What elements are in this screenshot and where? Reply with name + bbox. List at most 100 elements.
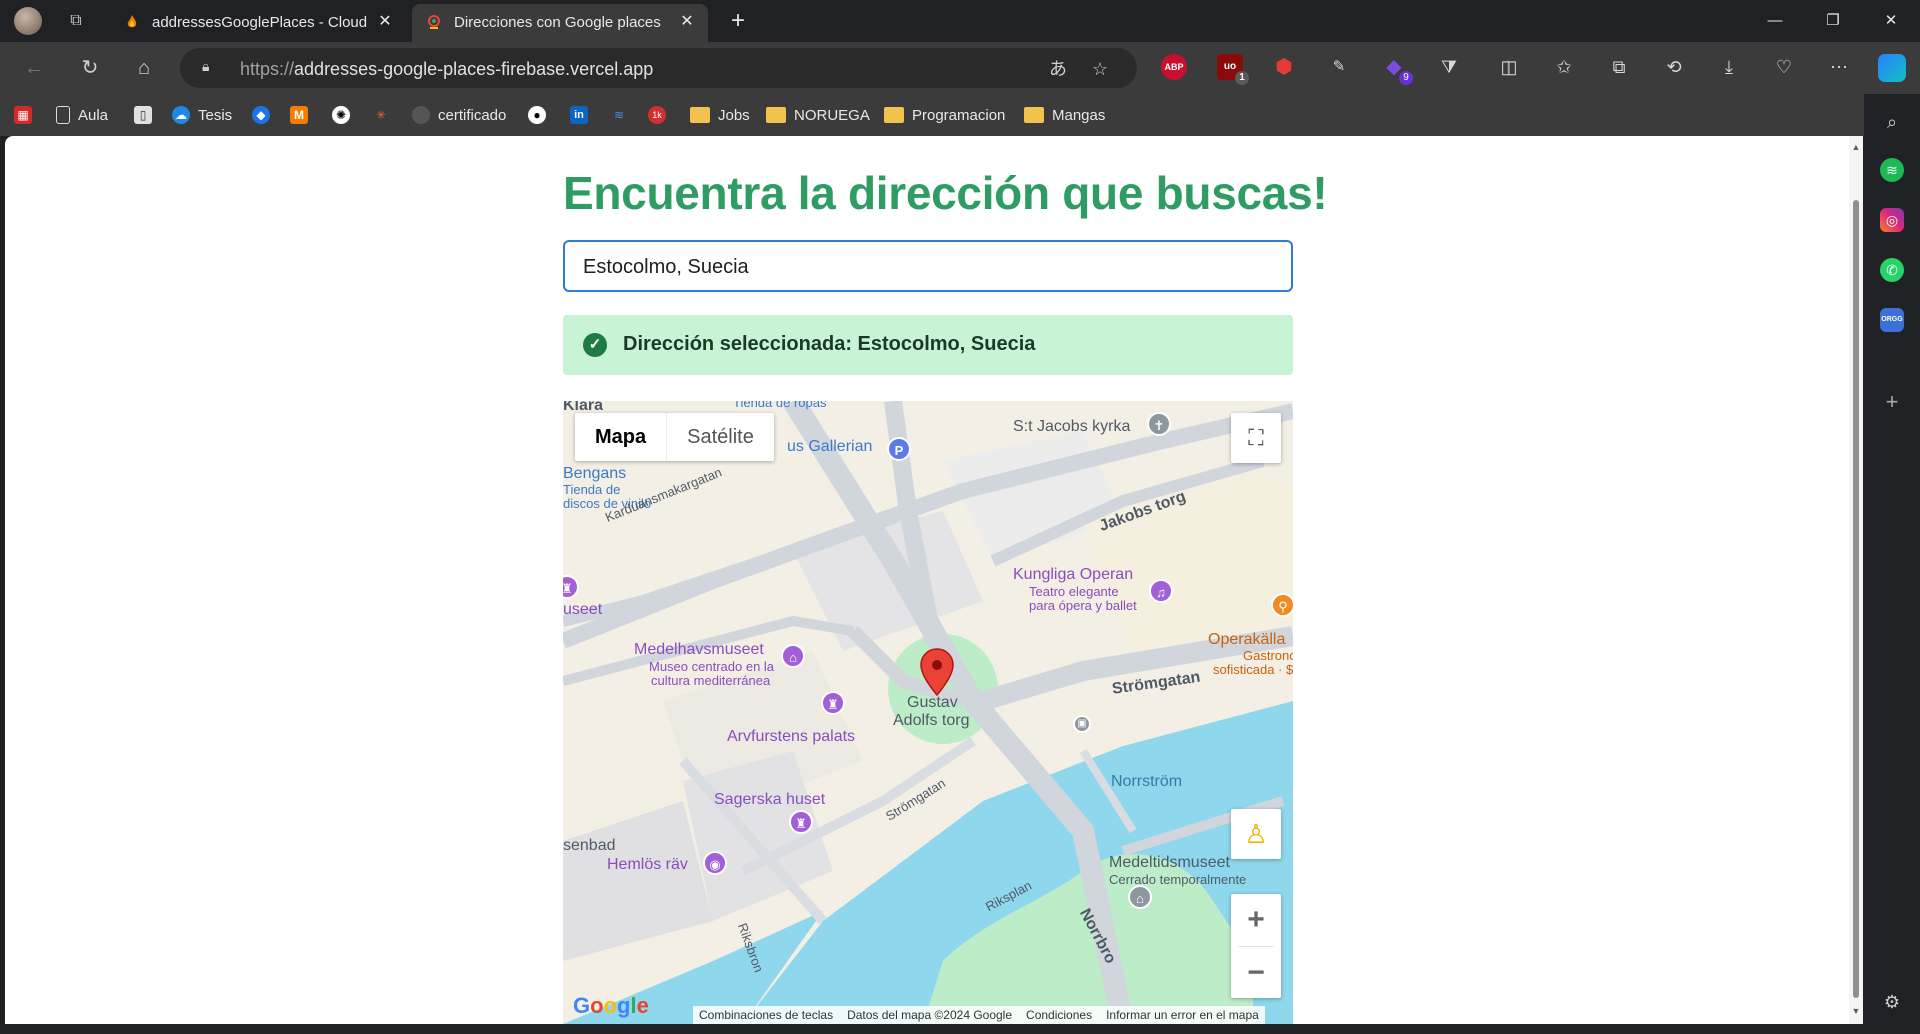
sparkle-icon: ✳ — [375, 108, 387, 122]
music-venue-icon[interactable]: ♫ — [1149, 579, 1173, 603]
terms-link[interactable]: Condiciones — [1026, 1008, 1092, 1022]
split-screen-icon[interactable]: ◫ — [1496, 54, 1522, 80]
map-label-sagerska: Sagerska huset — [714, 791, 826, 808]
restore-button[interactable]: ❐ — [1806, 0, 1860, 42]
new-tab-button[interactable]: + — [724, 8, 752, 36]
palace-poi-icon[interactable]: ♜ — [821, 691, 845, 715]
scroll-thumb[interactable] — [1853, 200, 1859, 998]
address-bar[interactable]: 🔒︎ https://addresses-google-places-fireb… — [180, 48, 1137, 88]
eyedropper-icon[interactable]: ✎ — [1326, 54, 1352, 80]
url-text[interactable]: https://addresses-google-places-firebase… — [240, 59, 653, 80]
close-window-button[interactable]: ✕ — [1864, 0, 1918, 42]
bookmark-stack[interactable]: ≋ — [610, 104, 636, 126]
bookmark-certificado[interactable]: certificado — [412, 104, 506, 126]
home-icon[interactable]: ⌂ — [130, 54, 158, 82]
map-label-operakallaren: Operakälla — [1208, 631, 1286, 648]
restaurant-icon[interactable]: ⚲ — [1271, 593, 1293, 617]
edge-sidebar: ⌕ ≋ ◎ ✆ ORGG + ⚙ — [1864, 94, 1920, 1034]
museum-poi-icon[interactable]: ⌂ — [781, 644, 805, 668]
workspaces-icon[interactable]: ⧉ — [64, 9, 88, 33]
map-label-adolfs-torg: Adolfs torg — [893, 712, 970, 729]
bookmark-label: Programacion — [912, 106, 1006, 124]
orgg-icon[interactable]: ORGG — [1880, 308, 1904, 332]
bookmark-github[interactable]: ● — [528, 104, 554, 126]
openai-icon: ✺ — [332, 106, 350, 124]
bookmark-jobs[interactable]: Jobs — [690, 104, 750, 126]
tab-title: Direcciones con Google places — [454, 14, 661, 31]
history-icon[interactable]: ⟲ — [1661, 54, 1687, 80]
adblock-plus-icon[interactable]: ABP — [1161, 54, 1187, 80]
zoom-in-button[interactable]: + — [1231, 894, 1281, 946]
map-type-mapa[interactable]: Mapa — [575, 413, 666, 461]
address-search-input[interactable] — [583, 254, 1273, 280]
back-arrow-icon[interactable]: ← — [20, 54, 48, 82]
bookmark-mobile[interactable]: ▯ — [134, 104, 160, 126]
map-type-satelite[interactable]: Satélite — [666, 413, 774, 461]
bookmark-aula[interactable]: Aula — [56, 104, 108, 126]
scroll-down-icon[interactable]: ▼ — [1851, 1006, 1861, 1016]
translate-icon[interactable]: あ — [1046, 57, 1070, 81]
scroll-up-icon[interactable]: ▲ — [1851, 142, 1861, 152]
bookmark-clapper[interactable]: ▦ — [14, 104, 40, 126]
bookmark-drop[interactable]: ◆ — [252, 104, 278, 126]
lock-icon[interactable]: 🔒︎ — [202, 58, 222, 78]
favorite-star-icon[interactable]: ☆ — [1088, 57, 1112, 81]
map-label-medel-sub2: cultura mediterránea — [651, 673, 771, 688]
close-tab-icon[interactable]: ✕ — [676, 11, 698, 33]
tab-firestore[interactable]: addressesGooglePlaces - Cloud Firestore … — [110, 4, 406, 42]
bookmark-noruega[interactable]: NORUEGA — [766, 104, 870, 126]
spotify-icon[interactable]: ≋ — [1880, 158, 1904, 182]
bus-stop-icon[interactable]: ▣ — [1073, 715, 1091, 733]
ublock-origin-icon[interactable]: uo 1 — [1217, 54, 1249, 85]
page-title: Encuentra la dirección que buscas! — [563, 167, 1328, 219]
bookmark-sparkle[interactable]: ✳ — [372, 104, 398, 126]
folder-icon — [766, 107, 786, 123]
camera-poi-icon[interactable]: ◉ — [703, 851, 727, 875]
page-scrollbar[interactable]: ▲ ▼ — [1849, 136, 1863, 1024]
profile-avatar[interactable] — [14, 7, 42, 35]
google-map[interactable]: Tienda de ropas S:t Jacobs kyrka ✝ us Ga… — [563, 401, 1293, 1024]
browser-essentials-icon[interactable]: ♡ — [1771, 54, 1797, 80]
purple-extension-icon[interactable]: ◆ 9 — [1381, 54, 1413, 85]
bookmark-counter[interactable]: 1k — [648, 104, 674, 126]
tab-direcciones[interactable]: Direcciones con Google places ✕ — [412, 4, 708, 42]
map-label-useet: useet — [563, 601, 603, 618]
folder-icon — [690, 107, 710, 123]
reload-icon[interactable]: ↻ — [76, 54, 104, 82]
report-error-link[interactable]: Informar un error en el mapa — [1106, 1008, 1259, 1022]
map-data-text: Datos del mapa ©2024 Google — [847, 1008, 1013, 1022]
bookmark-openai[interactable]: ✺ — [332, 104, 358, 126]
bookmark-tesis[interactable]: ☁ Tesis — [172, 104, 232, 126]
keyboard-shortcuts-link[interactable]: Combinaciones de teclas — [699, 1008, 833, 1022]
zoom-out-button[interactable]: − — [1231, 947, 1281, 999]
bookmark-programacion[interactable]: Programacion — [884, 104, 1005, 126]
museum-closed-icon[interactable]: ⌂ — [1128, 885, 1152, 909]
add-sidebar-icon[interactable]: + — [1880, 390, 1904, 414]
minimize-button[interactable]: — — [1748, 0, 1802, 42]
red-shield-icon[interactable]: ⬢ — [1271, 54, 1297, 80]
extensions-puzzle-icon[interactable]: ⧩ — [1436, 54, 1462, 80]
page-viewport: Encuentra la dirección que buscas! ✓ Dir… — [5, 136, 1857, 1024]
bookmark-linkedin[interactable]: in — [570, 104, 596, 126]
fullscreen-icon[interactable]: ⛶ — [1231, 413, 1281, 463]
sidebar-settings-icon[interactable]: ⚙ — [1880, 990, 1904, 1014]
close-tab-icon[interactable]: ✕ — [374, 11, 396, 33]
search-icon[interactable]: ⌕ — [1880, 110, 1904, 134]
favorites-icon[interactable]: ✩ — [1551, 54, 1577, 80]
location-marker-icon[interactable] — [919, 647, 955, 697]
pegman-icon[interactable]: ♙ — [1231, 809, 1281, 859]
parking-icon[interactable]: P — [887, 437, 911, 461]
google-logo[interactable]: Google — [573, 993, 649, 1019]
more-menu-icon[interactable]: ⋯ — [1826, 54, 1852, 80]
instagram-icon[interactable]: ◎ — [1880, 208, 1904, 232]
bookmark-mangas[interactable]: Mangas — [1024, 104, 1105, 126]
extension-badge: 9 — [1399, 71, 1413, 85]
bookmark-m[interactable]: M — [290, 104, 316, 126]
whatsapp-icon[interactable]: ✆ — [1880, 258, 1904, 282]
downloads-icon[interactable]: ⤓ — [1716, 54, 1742, 80]
address-search-field[interactable] — [563, 240, 1293, 292]
collections-icon[interactable]: ⧉ — [1606, 54, 1632, 80]
church-icon[interactable]: ✝ — [1147, 412, 1171, 436]
landmark-poi-icon[interactable]: ♜ — [789, 810, 813, 834]
copilot-icon[interactable] — [1878, 54, 1906, 82]
